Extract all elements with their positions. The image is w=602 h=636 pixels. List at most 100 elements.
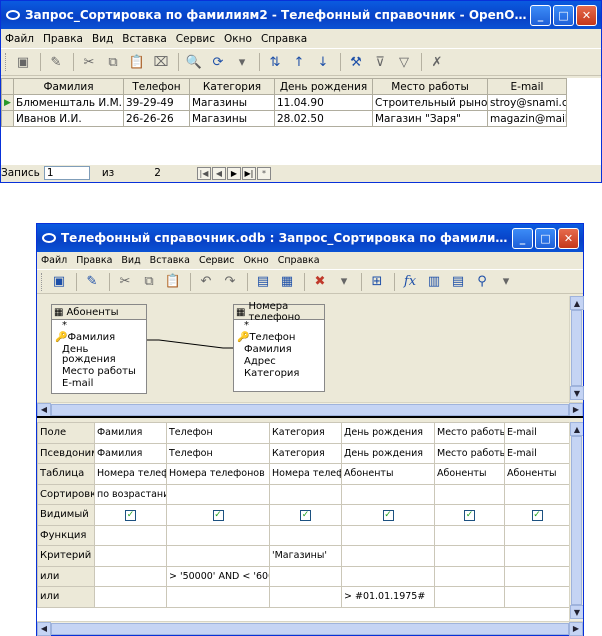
menu-view[interactable]: Вид <box>92 33 113 45</box>
scroll-right-icon[interactable]: ▶ <box>569 402 583 417</box>
grid-cell[interactable]: Номера телефонов <box>166 463 270 485</box>
first-record-icon[interactable]: |◀ <box>196 166 211 180</box>
menu-edit[interactable]: Правка <box>43 33 83 45</box>
new-record-icon[interactable]: * <box>256 166 271 180</box>
menu-tools[interactable]: Сервис <box>199 255 235 266</box>
visible-checkbox[interactable]: ✓ <box>125 509 136 521</box>
grid-cell[interactable] <box>94 545 167 567</box>
grid-cell[interactable]: Абоненты <box>434 463 505 485</box>
column-header[interactable]: Телефон <box>123 78 190 95</box>
copy-icon[interactable]: ⧉ <box>102 52 124 72</box>
scroll-thumb[interactable] <box>571 436 582 605</box>
table-name-icon[interactable]: ▥ <box>423 272 445 292</box>
previous-record-icon[interactable]: ◀ <box>211 166 226 180</box>
paste-icon[interactable]: 📋 <box>126 52 148 72</box>
grid-cell[interactable] <box>94 586 167 608</box>
corner-cell[interactable] <box>1 78 14 95</box>
field-item[interactable]: День рождения <box>52 344 146 366</box>
scroll-up-icon[interactable]: ▲ <box>570 422 583 436</box>
visible-checkbox-cell[interactable]: ✓ <box>504 504 570 526</box>
grid-cell[interactable] <box>341 565 435 587</box>
menu-help[interactable]: Справка <box>261 33 307 45</box>
visible-checkbox-cell[interactable]: ✓ <box>94 504 167 526</box>
cell[interactable]: Магазины <box>189 110 275 127</box>
cell[interactable]: 39-29-49 <box>123 94 190 111</box>
field-item[interactable]: Место работы <box>52 366 146 378</box>
field-item[interactable]: 🔑Телефон <box>234 332 324 344</box>
maximize-button[interactable]: □ <box>535 227 556 249</box>
grid-cell[interactable]: Телефон <box>166 442 270 464</box>
grid-cell[interactable] <box>269 483 342 505</box>
horizontal-scrollbar[interactable]: ◀ ▶ <box>37 621 583 636</box>
cell[interactable]: magazin@mail.ru <box>487 110 567 127</box>
record-number-input[interactable]: 1 <box>43 166 90 180</box>
sort-icon[interactable]: ⇅ <box>264 52 286 72</box>
remove-filter-icon[interactable]: ✗ <box>426 52 448 72</box>
table-row[interactable]: Иванов И.И. 26-26-26 Магазины 28.02.50 М… <box>1 110 567 127</box>
field-item[interactable]: Фамилия <box>234 344 324 356</box>
grid-cell[interactable]: День рождения <box>341 442 435 464</box>
title-bar[interactable]: Запрос_Сортировка по фамилиям2 - Телефон… <box>1 1 601 29</box>
table-window-phone-numbers[interactable]: ▦ Номера телефоно * 🔑Телефон Фамилия Адре… <box>233 301 325 392</box>
column-header[interactable]: Фамилия <box>13 78 124 95</box>
grid-cell[interactable]: Фамилия <box>94 422 167 444</box>
sort-ascending-icon[interactable]: ↑ <box>288 52 310 72</box>
cell[interactable]: Магазины <box>189 94 275 111</box>
grid-cell[interactable] <box>166 524 270 546</box>
grid-cell[interactable] <box>434 524 505 546</box>
grid-row-header[interactable]: Поле <box>37 422 95 444</box>
grid-row-header[interactable]: Таблица <box>37 463 95 485</box>
edit-icon[interactable]: ✎ <box>45 52 67 72</box>
scroll-left-icon[interactable]: ◀ <box>37 402 51 417</box>
copy-icon[interactable]: ⧉ <box>138 272 160 292</box>
grid-cell[interactable]: Фамилия <box>94 442 167 464</box>
column-header[interactable]: Место работы <box>372 78 488 95</box>
grid-cell[interactable] <box>434 565 505 587</box>
visible-checkbox[interactable]: ✓ <box>531 509 543 521</box>
relation-line[interactable] <box>147 334 235 358</box>
grid-cell[interactable] <box>166 586 270 608</box>
scroll-up-icon[interactable]: ▲ <box>570 296 584 310</box>
grid-cell[interactable] <box>504 586 570 608</box>
cell[interactable]: Строительный рынок <box>372 94 488 111</box>
visible-checkbox[interactable]: ✓ <box>300 509 311 521</box>
find-icon[interactable]: 🔍 <box>183 52 205 72</box>
cell[interactable]: Иванов И.И. <box>13 110 124 127</box>
functions-icon[interactable]: fx <box>399 272 421 292</box>
grid-cell[interactable]: Категория <box>269 422 342 444</box>
grid-cell[interactable]: Место работы <box>434 422 505 444</box>
maximize-button[interactable]: □ <box>553 4 574 26</box>
paste-icon[interactable]: 📋 <box>162 272 184 292</box>
grid-cell[interactable] <box>94 565 167 587</box>
grid-cell[interactable]: Место работы <box>434 442 505 464</box>
current-row-arrow-icon[interactable]: ▶ <box>1 94 14 111</box>
grid-cell[interactable] <box>269 565 342 587</box>
field-item[interactable]: E-mail <box>52 378 146 390</box>
last-record-icon[interactable]: ▶| <box>241 166 256 180</box>
menu-window[interactable]: Окно <box>243 255 268 266</box>
next-record-icon[interactable]: ▶ <box>226 166 241 180</box>
grid-row-header[interactable]: Критерий <box>37 545 95 567</box>
menu-help[interactable]: Справка <box>278 255 320 266</box>
visible-checkbox-cell[interactable]: ✓ <box>341 504 435 526</box>
grid-cell[interactable]: по возрастанию <box>94 483 167 505</box>
row-selector[interactable] <box>1 110 14 127</box>
grid-row-header[interactable]: Сортировка <box>37 483 95 505</box>
vertical-scrollbar[interactable]: ▲ ▼ <box>569 422 583 621</box>
grid-cell[interactable]: > #01.01.1975# <box>341 586 435 608</box>
visible-checkbox[interactable]: ✓ <box>212 509 224 521</box>
grid-cell[interactable]: Абоненты <box>504 463 570 485</box>
menu-edit[interactable]: Правка <box>76 255 112 266</box>
table-window-header[interactable]: ▦ Номера телефоно <box>234 301 324 323</box>
scroll-down-icon[interactable]: ▼ <box>570 386 584 400</box>
grid-cell[interactable] <box>94 524 167 546</box>
grid-cell[interactable] <box>269 524 342 546</box>
close-button[interactable]: ✕ <box>558 227 579 249</box>
minimize-button[interactable]: _ <box>512 227 533 249</box>
alias-icon[interactable]: ▤ <box>447 272 469 292</box>
menu-insert[interactable]: Вставка <box>150 255 190 266</box>
vertical-scrollbar[interactable]: ▲ ▼ <box>569 296 584 402</box>
close-button[interactable]: ✕ <box>576 4 597 26</box>
sort-descending-icon[interactable]: ↓ <box>312 52 334 72</box>
grid-cell[interactable] <box>504 545 570 567</box>
